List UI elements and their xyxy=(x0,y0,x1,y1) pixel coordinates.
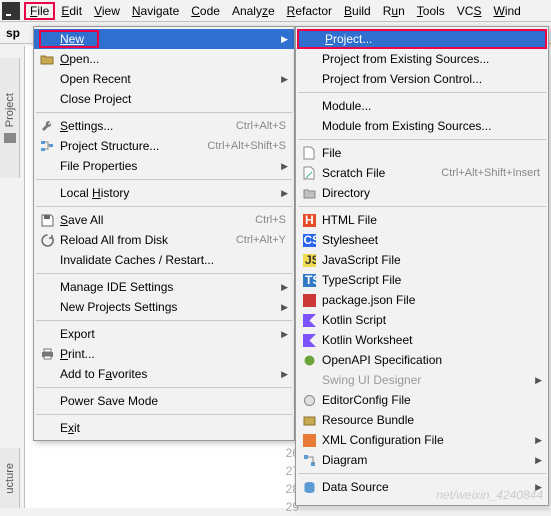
menu-new[interactable]: New▶ xyxy=(34,29,294,49)
menu-project-structure[interactable]: Project Structure...Ctrl+Alt+Shift+S xyxy=(34,136,294,156)
menu-print[interactable]: Print... xyxy=(34,344,294,364)
menu-settings[interactable]: Settings...Ctrl+Alt+S xyxy=(34,116,294,136)
print-icon xyxy=(38,346,56,362)
menubar-tools[interactable]: Tools xyxy=(411,2,451,20)
menubar-view[interactable]: View xyxy=(88,2,126,20)
css-icon: CSS xyxy=(300,232,318,248)
menu-new-swing[interactable]: Swing UI Designer▶ xyxy=(296,370,548,390)
folder-icon xyxy=(4,133,16,143)
scratch-icon xyxy=(300,165,318,181)
menu-invalidate[interactable]: Invalidate Caches / Restart... xyxy=(34,250,294,270)
menu-save-all[interactable]: Save AllCtrl+S xyxy=(34,210,294,230)
svg-text:TS: TS xyxy=(305,274,316,287)
menubar-code[interactable]: Code xyxy=(185,2,226,20)
menu-power-save[interactable]: Power Save Mode xyxy=(34,391,294,411)
menubar-file[interactable]: FFileile xyxy=(24,2,55,20)
app-icon xyxy=(2,2,20,20)
openapi-icon xyxy=(300,352,318,368)
reload-icon xyxy=(38,232,56,248)
menu-open[interactable]: Open... xyxy=(34,49,294,69)
menu-new-stylesheet[interactable]: CSSStylesheet xyxy=(296,230,548,250)
menu-new-kotlin-script[interactable]: Kotlin Script xyxy=(296,310,548,330)
menu-new-html[interactable]: HHTML File xyxy=(296,210,548,230)
npm-icon xyxy=(300,292,318,308)
menu-new-kotlin-ws[interactable]: Kotlin Worksheet xyxy=(296,330,548,350)
js-icon: JS xyxy=(300,252,318,268)
ts-icon: TS xyxy=(300,272,318,288)
menu-new-file[interactable]: File xyxy=(296,143,548,163)
file-icon xyxy=(300,145,318,161)
menu-new-proj-settings[interactable]: New Projects Settings▶ xyxy=(34,297,294,317)
side-tab-project[interactable]: Project xyxy=(0,58,20,178)
menu-reload[interactable]: Reload All from DiskCtrl+Alt+Y xyxy=(34,230,294,250)
svg-text:CSS: CSS xyxy=(303,234,316,247)
menu-open-recent[interactable]: Open Recent▶ xyxy=(34,69,294,89)
kotlin-icon xyxy=(300,312,318,328)
menu-new-directory[interactable]: Directory xyxy=(296,183,548,203)
menu-local-history[interactable]: Local History▶ xyxy=(34,183,294,203)
xml-icon xyxy=(300,432,318,448)
menu-new-vcs[interactable]: Project from Version Control... xyxy=(296,69,548,89)
file-menu: New▶ Open... Open Recent▶ Close Project … xyxy=(33,26,295,441)
menu-new-openapi[interactable]: OpenAPI Specification xyxy=(296,350,548,370)
menu-new-data-source[interactable]: Data Source▶ xyxy=(296,477,548,497)
menu-new-typescript[interactable]: TSTypeScript File xyxy=(296,270,548,290)
menubar-vcs[interactable]: VCS xyxy=(451,2,488,20)
menubar: FFileile Edit View Navigate Code Analyze… xyxy=(0,0,551,22)
menu-new-module[interactable]: Module... xyxy=(296,96,548,116)
svg-text:H: H xyxy=(305,214,314,227)
menubar-analyze[interactable]: Analyze xyxy=(226,2,281,20)
menu-new-module-existing[interactable]: Module from Existing Sources... xyxy=(296,116,548,136)
menubar-window[interactable]: Wind xyxy=(487,2,526,20)
menu-favorites[interactable]: Add to Favorites▶ xyxy=(34,364,294,384)
new-submenu: Project... Project from Existing Sources… xyxy=(295,26,549,506)
menu-file-properties[interactable]: File Properties▶ xyxy=(34,156,294,176)
menu-new-xml-config[interactable]: XML Configuration File▶ xyxy=(296,430,548,450)
menu-export[interactable]: Export▶ xyxy=(34,324,294,344)
menu-close-project[interactable]: Close Project xyxy=(34,89,294,109)
save-icon xyxy=(38,212,56,228)
structure-icon xyxy=(38,138,56,154)
menu-new-javascript[interactable]: JSJavaScript File xyxy=(296,250,548,270)
wrench-icon xyxy=(38,118,56,134)
folder-open-icon xyxy=(38,51,56,67)
menu-new-project[interactable]: Project... xyxy=(297,29,547,49)
bundle-icon xyxy=(300,412,318,428)
menu-new-package-json[interactable]: package.json File xyxy=(296,290,548,310)
menubar-run[interactable]: Run xyxy=(377,2,411,20)
kotlin-ws-icon xyxy=(300,332,318,348)
menu-new-diagram[interactable]: Diagram▶ xyxy=(296,450,548,470)
menu-exit[interactable]: Exit xyxy=(34,418,294,438)
editorconfig-icon xyxy=(300,392,318,408)
menubar-edit[interactable]: Edit xyxy=(55,2,88,20)
diagram-icon xyxy=(300,452,318,468)
menu-new-scratch[interactable]: Scratch FileCtrl+Alt+Shift+Insert xyxy=(296,163,548,183)
menubar-refactor[interactable]: Refactor xyxy=(281,2,338,20)
menubar-build[interactable]: Build xyxy=(338,2,377,20)
datasource-icon xyxy=(300,479,318,495)
html-icon: H xyxy=(300,212,318,228)
menu-new-resource-bundle[interactable]: Resource Bundle xyxy=(296,410,548,430)
side-tab-structure[interactable]: ucture xyxy=(0,448,20,508)
menubar-navigate[interactable]: Navigate xyxy=(126,2,185,20)
menu-manage-ide[interactable]: Manage IDE Settings▶ xyxy=(34,277,294,297)
project-breadcrumb: sp xyxy=(6,26,20,40)
svg-text:JS: JS xyxy=(305,254,316,267)
menu-new-existing[interactable]: Project from Existing Sources... xyxy=(296,49,548,69)
folder-icon xyxy=(300,185,318,201)
menu-new-editorconfig[interactable]: EditorConfig File xyxy=(296,390,548,410)
